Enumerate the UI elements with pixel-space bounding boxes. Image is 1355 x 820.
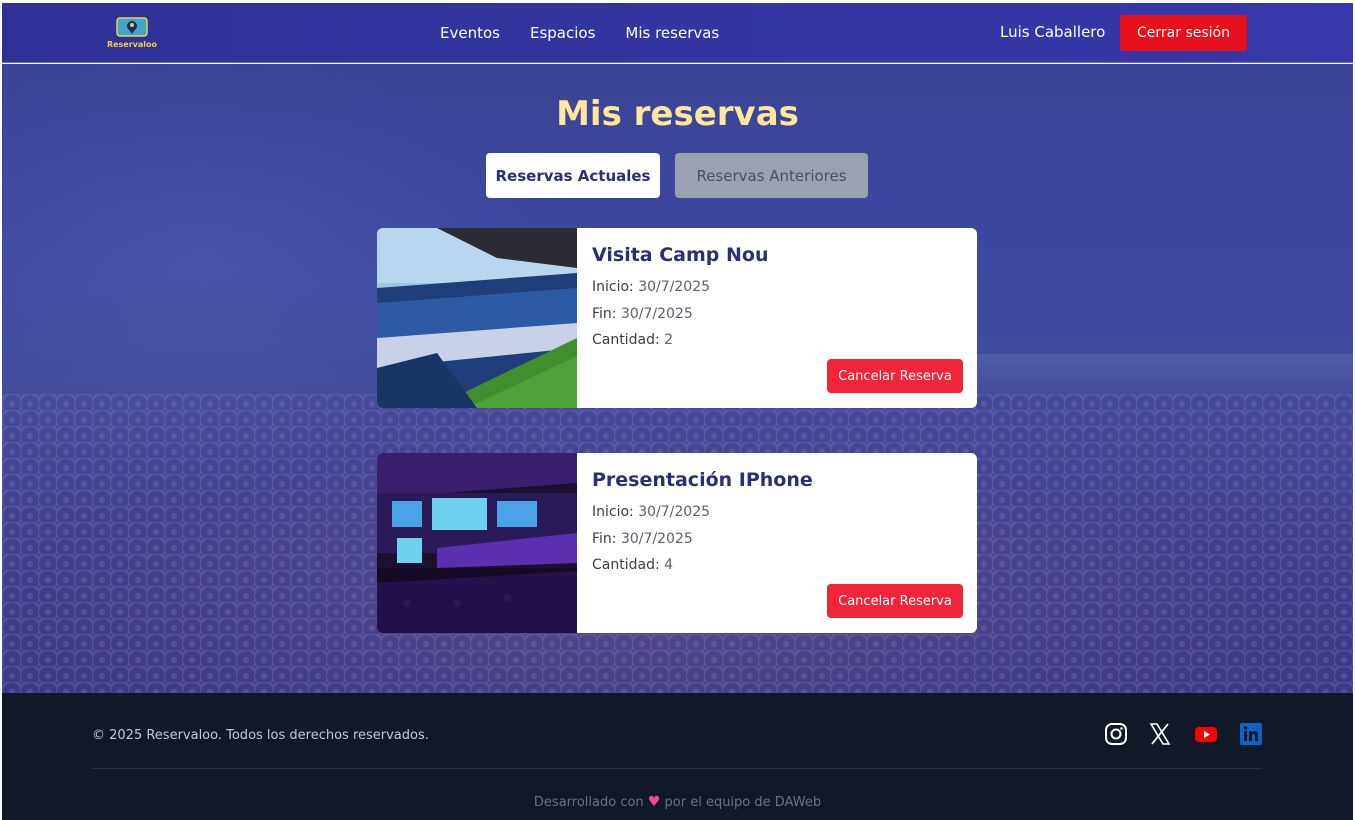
footer-divider	[92, 768, 1262, 769]
tab-past-reservations[interactable]: Reservas Anteriores	[675, 153, 868, 198]
developer-credit: Desarrollado con ♥ por el equipo de DAWe…	[2, 794, 1353, 810]
quantity-label: Cantidad:	[592, 557, 660, 573]
card-body: Visita Camp Nou Inicio: 30/7/2025 Fin: 3…	[592, 228, 972, 408]
copyright-text: © 2025 Reservaloo. Todos los derechos re…	[92, 728, 429, 743]
reservation-start: Inicio: 30/7/2025	[592, 504, 710, 520]
cancel-reservation-button[interactable]: Cancelar Reserva	[827, 584, 963, 618]
end-label: Fin:	[592, 531, 617, 547]
dev-suffix: por el equipo de DAWeb	[664, 795, 822, 810]
app-frame: Reservaloo Eventos Espacios Mis reservas…	[2, 3, 1353, 820]
reservation-end: Fin: 30/7/2025	[592, 531, 693, 547]
end-value: 30/7/2025	[620, 306, 693, 322]
linkedin-icon[interactable]	[1238, 721, 1264, 747]
hero-section: Mis reservas Reservas Actuales Reservas …	[2, 64, 1353, 694]
keynote-image	[377, 453, 577, 633]
ticket-pin-icon	[116, 17, 148, 37]
end-label: Fin:	[592, 306, 617, 322]
nav-link-mis-reservas[interactable]: Mis reservas	[625, 24, 719, 42]
footer: © 2025 Reservaloo. Todos los derechos re…	[2, 693, 1353, 820]
reservation-start: Inicio: 30/7/2025	[592, 279, 710, 295]
x-icon[interactable]	[1147, 721, 1173, 747]
cancel-reservation-button[interactable]: Cancelar Reserva	[827, 359, 963, 393]
navbar: Reservaloo Eventos Espacios Mis reservas…	[2, 3, 1353, 63]
card-body: Presentación IPhone Inicio: 30/7/2025 Fi…	[592, 453, 972, 633]
heart-icon: ♥	[647, 794, 661, 810]
dev-prefix: Desarrollado con	[533, 795, 644, 810]
reservation-quantity: Cantidad: 4	[592, 557, 673, 573]
reservation-end: Fin: 30/7/2025	[592, 306, 693, 322]
reservation-card: Presentación IPhone Inicio: 30/7/2025 Fi…	[377, 453, 977, 633]
start-value: 30/7/2025	[638, 504, 711, 520]
page-title: Mis reservas	[556, 94, 799, 134]
youtube-icon[interactable]	[1193, 721, 1219, 747]
reservation-title: Visita Camp Nou	[592, 244, 769, 266]
user-name[interactable]: Luis Caballero	[1000, 23, 1105, 41]
logout-button[interactable]: Cerrar sesión	[1120, 15, 1247, 51]
quantity-label: Cantidad:	[592, 332, 660, 348]
quantity-value: 4	[664, 557, 674, 573]
nav-link-eventos[interactable]: Eventos	[440, 24, 500, 42]
nav-link-espacios[interactable]: Espacios	[530, 24, 595, 42]
start-label: Inicio:	[592, 504, 634, 520]
background-sea	[952, 354, 1353, 394]
start-label: Inicio:	[592, 279, 634, 295]
reservation-quantity: Cantidad: 2	[592, 332, 673, 348]
logo[interactable]: Reservaloo	[106, 16, 158, 52]
tab-current-reservations[interactable]: Reservas Actuales	[486, 153, 660, 198]
start-value: 30/7/2025	[638, 279, 711, 295]
nav-links: Eventos Espacios Mis reservas	[440, 3, 749, 63]
reservation-card: Visita Camp Nou Inicio: 30/7/2025 Fin: 3…	[377, 228, 977, 408]
stadium-image	[377, 228, 577, 408]
reservation-title: Presentación IPhone	[592, 469, 813, 491]
quantity-value: 2	[664, 332, 674, 348]
instagram-icon[interactable]	[1103, 721, 1129, 747]
logo-text: Reservaloo	[106, 40, 158, 49]
end-value: 30/7/2025	[620, 531, 693, 547]
